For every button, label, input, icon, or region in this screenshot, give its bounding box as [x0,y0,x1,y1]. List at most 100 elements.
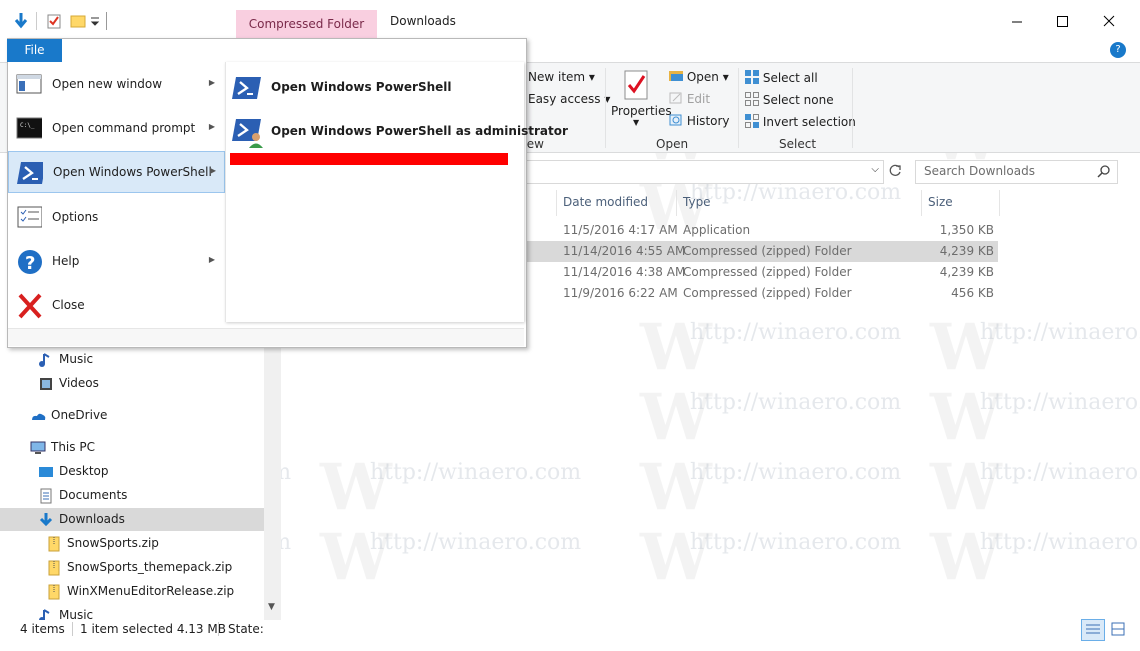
file-size: 1,350 KB [939,223,994,237]
nav-item[interactable]: SnowSports_themepack.zip [0,556,264,579]
submenu-item-powershell[interactable] [232,75,262,101]
file-type: Compressed (zipped) Folder [683,286,852,300]
submenu-label-powershell-admin[interactable]: Open Windows PowerShell as administrator [271,124,568,138]
search-icon[interactable] [1097,164,1111,178]
submenu-label-powershell[interactable]: Open Windows PowerShell [271,80,452,94]
close-window-button[interactable] [1086,0,1132,38]
qa-separator-2 [106,12,107,30]
nav-item[interactable]: WinXMenuEditorRelease.zip [0,580,264,603]
column-header-date[interactable]: Date modified [563,195,648,209]
new-item-button[interactable]: New item ▾ [528,70,595,84]
properties-down-arrow-icon[interactable] [13,12,29,30]
powershell-icon [232,77,261,99]
watermark-text: http://winaero.com [690,320,902,345]
file-menu-item[interactable]: Open Windows PowerShell ▶ [8,151,225,193]
column-header-type[interactable]: Type [683,195,711,209]
address-bar[interactable]: ⌵ [524,160,884,184]
refresh-button[interactable] [884,160,906,182]
select-all-icon [745,70,759,84]
watermark-text: http://winaero.com [370,460,582,485]
close-icon [1103,15,1115,27]
watermark-text: http://winaero.com [690,460,902,485]
status-separator [72,622,73,636]
watermark-text: http://winaero.com [980,460,1140,485]
pc-icon [30,441,46,454]
maximize-button[interactable] [1040,0,1086,38]
column-divider [921,190,922,216]
search-placeholder: Search Downloads [924,164,1035,178]
onedrive-icon [32,413,46,420]
history-button[interactable]: History [669,114,730,128]
new-window-icon [16,74,42,94]
nav-item[interactable]: OneDrive [0,404,264,427]
file-row[interactable]: 11/5/2016 4:17 AM Application 1,350 KB [524,220,998,241]
select-none-label: Select none [762,93,834,107]
checkbox-icon[interactable] [46,12,62,30]
file-type: Application [683,223,751,237]
downloads-icon [39,513,53,527]
details-view-button[interactable] [1081,619,1105,641]
file-row[interactable]: 11/14/2016 4:55 AM Compressed (zipped) Fo… [524,241,998,262]
column-header-size[interactable]: Size [928,195,953,209]
submenu-item-powershell-admin[interactable] [232,117,266,149]
command-prompt-icon: C:\_ [16,117,42,139]
file-menu-item[interactable]: C:\_ Open command prompt ▶ [8,108,223,148]
status-item-count: 4 items [20,622,65,636]
nav-item[interactable]: This PC [0,436,264,459]
chevron-down-icon[interactable]: ⌵ [871,164,879,175]
edit-button[interactable]: Edit [669,92,710,106]
file-size: 456 KB [951,286,994,300]
select-none-button[interactable]: Select none [745,92,834,107]
help-icon[interactable]: ? [1110,42,1126,58]
large-icons-view-button[interactable] [1107,619,1129,639]
nav-item-label: SnowSports_themepack.zip [67,560,233,574]
file-menu-item[interactable]: Close [8,285,223,325]
nav-item-label: Videos [59,376,99,390]
edit-icon [669,92,682,104]
options-icon [17,206,42,228]
select-none-icon [745,92,759,106]
watermark-text: http://winaero.com [690,390,902,415]
customize-dropdown-icon[interactable] [90,12,100,30]
file-date: 11/5/2016 4:17 AM [563,223,678,237]
nav-item[interactable]: SnowSports.zip [0,532,264,555]
file-menu-item[interactable]: Open new window ▶ [8,64,223,104]
watermark-text: http://winaero.com [370,530,582,555]
open-label: Open [686,70,719,84]
file-size: 4,239 KB [939,265,994,279]
highlight-bar [230,153,508,165]
nav-item[interactable]: Videos [0,372,264,395]
invert-selection-button[interactable]: Invert selection [745,114,856,129]
file-date: 11/9/2016 6:22 AM [563,286,678,300]
file-menu-item[interactable]: Options [8,197,223,237]
scroll-down-icon[interactable]: ▼ [268,602,275,612]
group-label-select: Select [779,137,817,151]
nav-item[interactable]: Downloads [0,508,264,531]
file-menu-footer [8,328,524,346]
open-button[interactable]: Open ▾ [669,70,729,84]
file-date: 11/14/2016 4:55 AM [563,244,686,258]
nav-item[interactable]: Desktop [0,460,264,483]
submenu-arrow-icon: ▶ [209,166,216,175]
new-folder-icon[interactable] [70,12,86,30]
nav-item[interactable]: Music [0,348,264,371]
context-tab-compressed-folder-tools[interactable]: Compressed Folder Tools [236,10,377,59]
group-label-new: New [524,137,544,151]
submenu-arrow-icon: ▶ [208,78,215,87]
file-menu-item[interactable]: ? Help ▶ [8,241,223,281]
file-menu-item-label: Open Windows PowerShell [53,165,212,179]
minimize-button[interactable] [994,0,1040,38]
nav-item-label: SnowSports.zip [67,536,159,550]
file-row[interactable]: 11/9/2016 6:22 AM Compressed (zipped) Fol… [524,283,998,304]
ribbon-separator-2 [738,68,739,148]
properties-button[interactable]: Properties ▼ [611,68,672,134]
file-tab[interactable]: File [7,39,62,62]
properties-label: Properties [611,104,672,118]
nav-item[interactable]: Documents [0,484,264,507]
file-row[interactable]: 11/14/2016 4:38 AM Compressed (zipped) Fo… [524,262,998,283]
nav-scrollbar[interactable]: ▼ [264,345,281,620]
title-bar: Compressed Folder Tools Downloads [0,0,1140,59]
select-all-button[interactable]: Select all [745,70,818,85]
file-menu-item-label: Open command prompt [52,121,196,135]
easy-access-button[interactable]: Easy access ▾ [528,92,610,106]
